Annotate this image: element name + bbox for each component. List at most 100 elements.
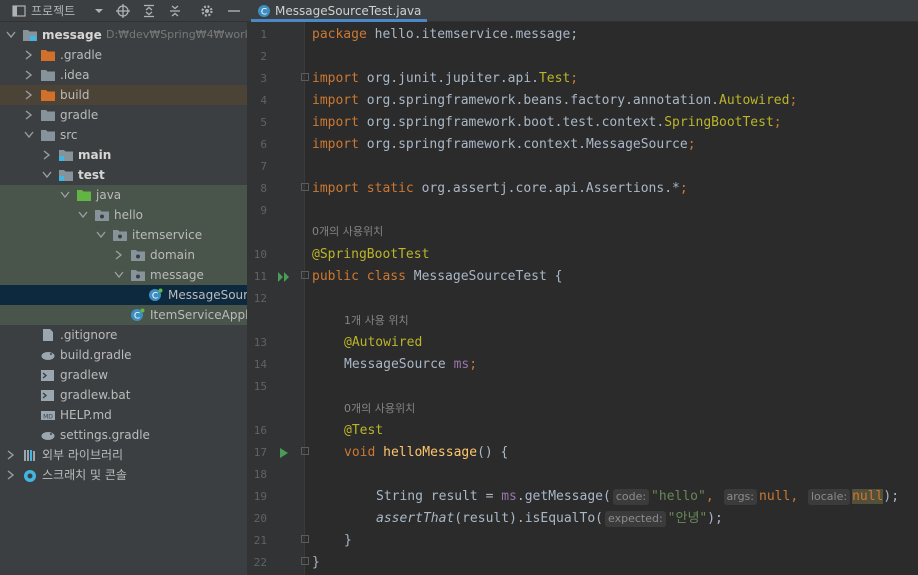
line-number: 4 <box>260 94 267 107</box>
code-line-8: import static org.assertj.core.api.Asser… <box>312 181 688 196</box>
editor-gutter: 1 2 3 4 5 6 7 8 9 10 11 12 13 14 15 16 17 18 19 20 21 22 <box>247 22 305 575</box>
code-line-20: assertThat(result).isEqualTo(expected: "안… <box>376 511 723 527</box>
fold-marker-icon[interactable] <box>301 183 309 191</box>
chevron-down-icon[interactable] <box>4 25 16 45</box>
chevron-down-icon[interactable] <box>112 265 124 285</box>
tab-message-source-test[interactable]: C MessageSourceTest.java <box>251 0 428 22</box>
module-folder-icon <box>23 30 37 41</box>
tree-item-label: MessageSourc <box>168 288 247 302</box>
tree-item[interactable]: 외부 라이브러리 <box>0 445 247 465</box>
package-icon <box>113 230 127 241</box>
scratch-icon <box>24 470 36 482</box>
tree-item[interactable]: test <box>0 165 247 185</box>
tree-item[interactable]: gradlew <box>0 365 247 385</box>
project-panel: 프로젝트 message D:₩dev₩Spring₩4₩worksp .gradl… <box>0 0 247 575</box>
chevron-right-icon[interactable] <box>4 445 16 465</box>
tree-item[interactable]: build.gradle <box>0 345 247 365</box>
chevron-down-icon[interactable] <box>76 205 88 225</box>
tree-item[interactable]: gradlew.bat <box>0 385 247 405</box>
tree-item-label: message <box>150 268 204 282</box>
tree-item[interactable]: domain <box>0 245 247 265</box>
highlighted-null: null <box>852 489 884 504</box>
code-line-1: package hello.itemservice.message; <box>312 27 579 42</box>
tree-item[interactable]: gradle <box>0 105 247 125</box>
tree-item[interactable]: settings.gradle <box>0 425 247 445</box>
line-number: 1 <box>260 28 267 41</box>
tree-item-label: message <box>42 28 102 42</box>
chevron-right-icon[interactable] <box>22 45 34 65</box>
usage-hint-method[interactable]: 0개의 사용위치 <box>344 398 415 420</box>
file-icon <box>43 329 53 341</box>
chevron-right-icon[interactable] <box>112 245 124 265</box>
tree-item[interactable]: .gradle <box>0 45 247 65</box>
tree-item[interactable]: java <box>0 185 247 205</box>
excluded-folder-icon <box>41 90 55 101</box>
tree-item[interactable]: MD HELP.md <box>0 405 247 425</box>
usage-hint-class[interactable]: 0개의 사용위치 <box>312 221 383 243</box>
source-folder-icon <box>59 150 73 161</box>
tree-item-label: .idea <box>60 68 90 82</box>
code-line-16: @Test <box>344 423 384 438</box>
code-editor[interactable]: 1 2 3 4 5 6 7 8 9 10 11 12 13 14 15 16 17 18 19 20 21 22 pack… <box>247 22 918 575</box>
tree-item[interactable]: message D:₩dev₩Spring₩4₩worksp <box>0 25 247 45</box>
svg-text:C: C <box>134 312 140 322</box>
chevron-right-icon[interactable] <box>22 105 34 125</box>
library-icon <box>24 450 35 461</box>
tree-item[interactable]: C ItemServiceApplic <box>0 305 247 325</box>
tree-item[interactable]: .idea <box>0 65 247 85</box>
chevron-right-icon[interactable] <box>22 85 34 105</box>
code-line-17: void helloMessage() { <box>344 445 509 460</box>
tree-item-label: test <box>78 168 105 182</box>
tree-item[interactable]: message <box>0 265 247 285</box>
chevron-right-icon[interactable] <box>22 65 34 85</box>
code-line-5: import org.springframework.boot.test.con… <box>312 115 782 130</box>
tree-item[interactable]: C MessageSourc <box>0 285 247 305</box>
fold-marker-icon[interactable] <box>301 535 309 543</box>
tree-item-label: HELP.md <box>60 408 112 422</box>
line-number: 20 <box>253 512 267 525</box>
project-tree: message D:₩dev₩Spring₩4₩worksp .gradle .ide… <box>0 25 247 485</box>
fold-marker-icon[interactable] <box>301 271 309 279</box>
tree-item-label: src <box>60 128 78 142</box>
param-hint-args: args: <box>723 489 757 505</box>
line-number: 10 <box>253 248 267 261</box>
tree-item-label: build.gradle <box>60 348 132 362</box>
tree-item-label: 외부 라이브러리 <box>42 448 124 462</box>
line-number: 16 <box>253 424 267 437</box>
fold-marker-icon[interactable] <box>301 447 309 455</box>
code-line-11: public class MessageSourceTest { <box>312 269 563 284</box>
tree-item[interactable]: hello <box>0 205 247 225</box>
chevron-down-icon[interactable] <box>22 125 34 145</box>
svg-text:MD: MD <box>43 414 53 421</box>
chevron-down-icon[interactable] <box>40 165 52 185</box>
tree-item[interactable]: src <box>0 125 247 145</box>
excluded-folder-icon <box>41 50 55 61</box>
fold-marker-icon[interactable] <box>301 73 309 81</box>
usage-hint-field[interactable]: 1개 사용 위치 <box>344 310 409 332</box>
project-toolbar: 프로젝트 <box>0 0 247 22</box>
line-number: 17 <box>253 446 267 459</box>
tree-item-label: .gitignore <box>60 328 118 342</box>
line-number: 9 <box>260 204 267 217</box>
tree-item[interactable]: 스크래치 및 콘솔 <box>0 465 247 485</box>
chevron-down-icon[interactable] <box>58 185 70 205</box>
test-root-folder-icon <box>77 190 91 201</box>
tree-item[interactable]: .gitignore <box>0 325 247 345</box>
tree-item-label: gradlew.bat <box>60 388 131 402</box>
run-test-icon[interactable] <box>277 446 291 460</box>
tree-item[interactable]: itemservice <box>0 225 247 245</box>
chevron-right-icon[interactable] <box>4 465 16 485</box>
tree-item[interactable]: build <box>0 85 247 105</box>
tree-item-label: .gradle <box>60 48 103 62</box>
chevron-down-icon[interactable] <box>94 225 106 245</box>
package-icon <box>131 250 145 261</box>
tree-item-label: hello <box>114 208 143 222</box>
code-line-21: } <box>344 533 352 548</box>
tree-item-label: gradlew <box>60 368 109 382</box>
chevron-right-icon[interactable] <box>40 145 52 165</box>
run-class-icon[interactable] <box>277 270 291 284</box>
fold-marker-icon[interactable] <box>301 557 309 565</box>
tree-item-label: gradle <box>60 108 99 122</box>
project-panel-title[interactable]: 프로젝트 <box>31 0 75 22</box>
tree-item[interactable]: main <box>0 145 247 165</box>
